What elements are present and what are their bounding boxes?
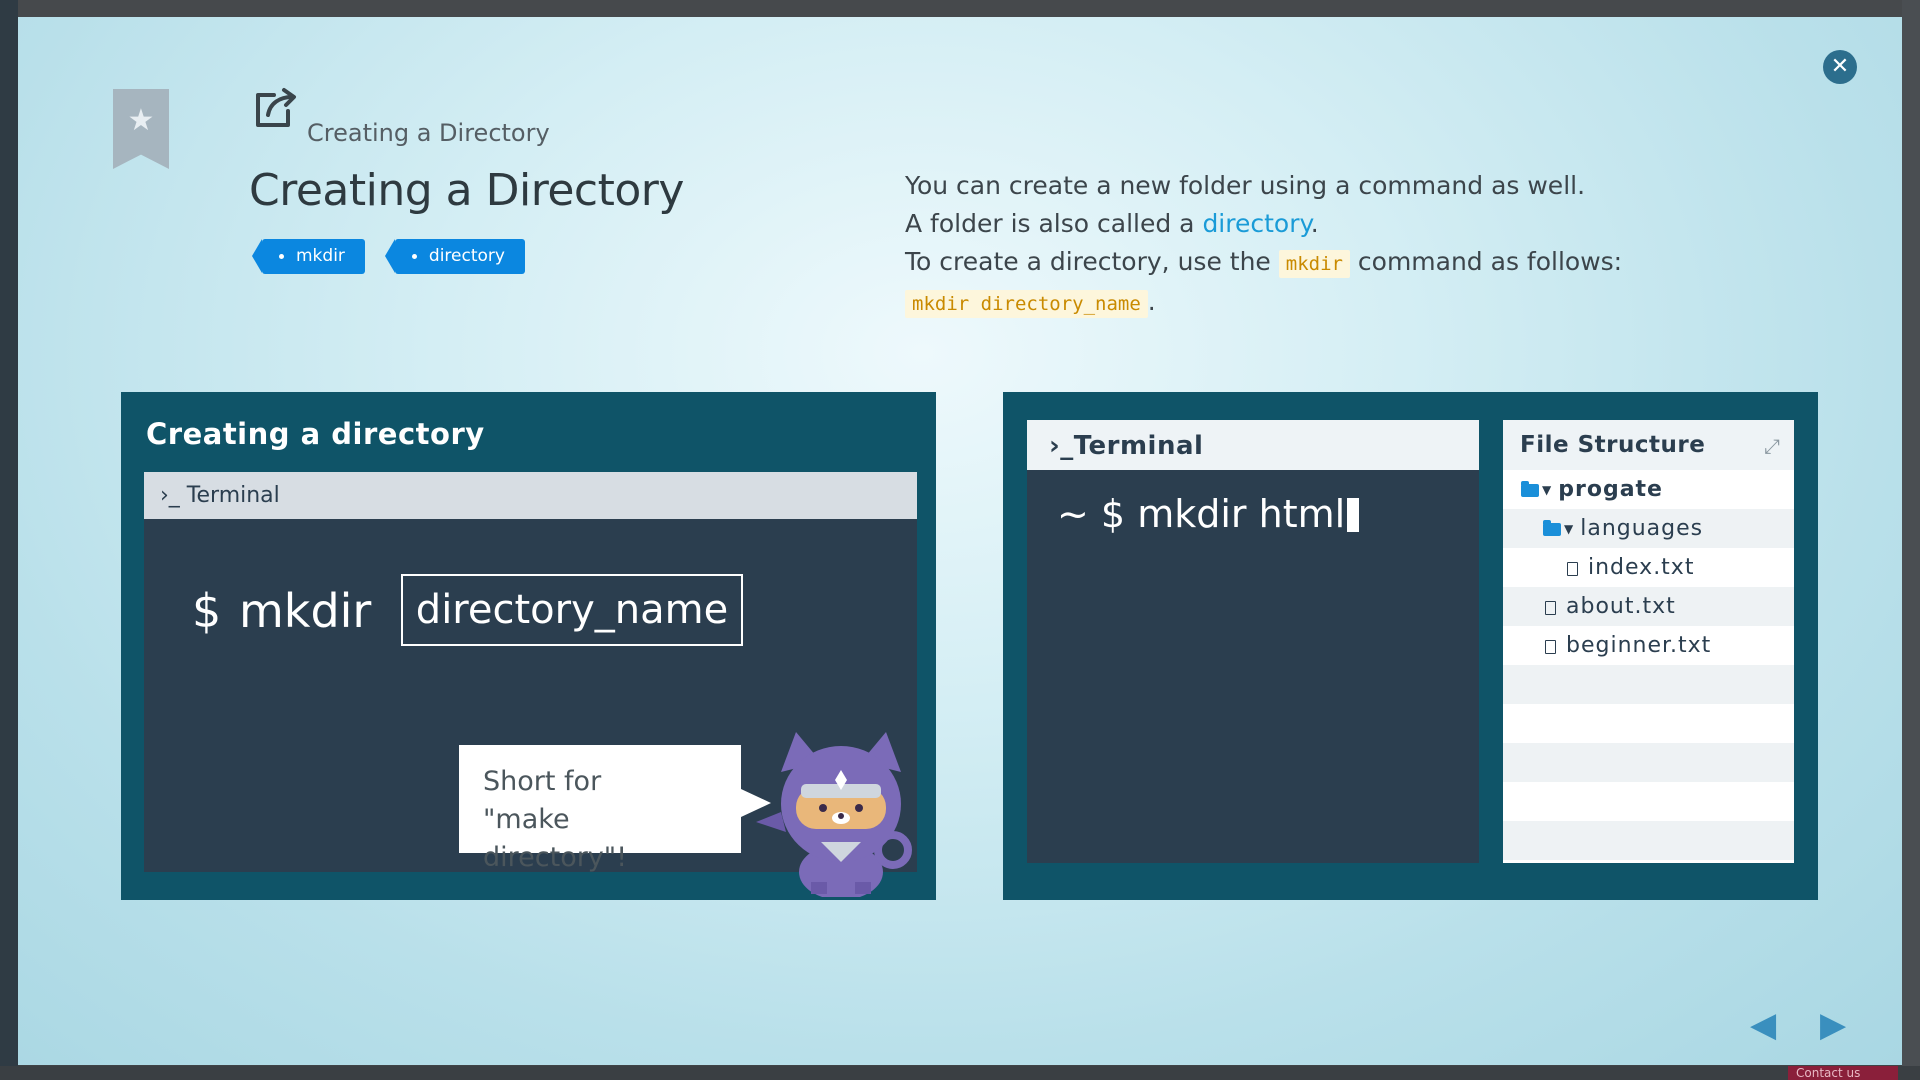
background-bottom-bar: [0, 1066, 1920, 1080]
file-icon: [1567, 562, 1578, 576]
expand-icon[interactable]: ⤢: [1764, 434, 1780, 458]
tree-empty-row: [1503, 704, 1794, 743]
cursor-caret: [1347, 498, 1360, 532]
folder-icon: [1543, 520, 1561, 536]
tree-empty-row: [1503, 821, 1794, 860]
prompt-symbol: ~ $: [1057, 492, 1126, 536]
description-line-1: You can create a new folder using a comm…: [905, 171, 1586, 200]
tree-item-label: progate: [1558, 477, 1663, 502]
description-text: .: [1310, 209, 1319, 238]
description-line-4: mkdir directory_name.: [905, 283, 1622, 323]
bubble-line-2: "make directory"!: [483, 804, 628, 873]
terminal-label: Terminal: [186, 483, 280, 508]
bubble-line-1: Short for: [483, 766, 602, 797]
prev-arrow-icon[interactable]: ◀: [1750, 1005, 1776, 1045]
argument-box: directory_name: [401, 574, 743, 646]
description-text: A folder is also called a: [905, 209, 1203, 238]
terminal-label: Terminal: [1073, 431, 1204, 461]
tag-mkdir[interactable]: mkdir: [252, 239, 365, 274]
tree-empty-row: [1503, 665, 1794, 704]
terminal-illustration: ›_Terminal ~ $ mkdir html: [1027, 420, 1479, 863]
background-right-edge: [1902, 0, 1920, 1080]
description-text: .: [1147, 287, 1156, 316]
terminal-header: ›_Terminal: [1027, 420, 1479, 470]
illustration-slide-right: ›_Terminal ~ $ mkdir html File Structure…: [1003, 392, 1818, 900]
speech-bubble: Short for "make directory"!: [459, 745, 771, 873]
tag-directory[interactable]: directory: [384, 239, 525, 274]
file-icon: [1545, 601, 1556, 615]
inline-code-mkdir: mkdir: [1278, 250, 1350, 278]
tree-empty-row: [1503, 782, 1794, 821]
lesson-description: You can create a new folder using a comm…: [905, 167, 1622, 323]
folder-icon: [1521, 481, 1539, 497]
description-text: To create a directory, use the: [905, 247, 1279, 276]
next-arrow-icon[interactable]: ▶: [1820, 1005, 1846, 1045]
tree-item-progate: ▼ progate: [1503, 470, 1794, 509]
background-top-bar: [0, 0, 1920, 18]
description-line-2: A folder is also called a directory.: [905, 205, 1622, 243]
terminal-command-line: ~ $ mkdir html: [1057, 492, 1360, 536]
close-icon[interactable]: ✕: [1823, 50, 1857, 84]
ninja-mascot-icon: [756, 732, 912, 897]
tag-list: mkdir directory: [252, 239, 525, 274]
tree-item-beginner: beginner.txt: [1503, 626, 1794, 665]
illustration-slide-left: Creating a directory ›_ Terminal $ mkdir…: [121, 392, 936, 900]
inline-code-usage: mkdir directory_name: [905, 290, 1148, 318]
tree-item-label: about.txt: [1566, 594, 1676, 619]
external-link-icon[interactable]: [252, 87, 300, 131]
description-line-3: To create a directory, use the mkdir com…: [905, 243, 1622, 283]
tree-item-label: index.txt: [1588, 555, 1695, 580]
tree-item-label: languages: [1580, 516, 1704, 541]
command-text: mkdir: [239, 584, 372, 638]
file-structure-header: File Structure ⤢: [1503, 420, 1794, 470]
terminal-header: ›_ Terminal: [144, 472, 917, 519]
prompt-symbol: $: [192, 584, 222, 638]
lesson-modal: ✕ ★ Creating a Directory Creating a Dire…: [18, 17, 1902, 1065]
tree-item-label: beginner.txt: [1566, 633, 1712, 658]
description-text: command as follows:: [1349, 247, 1623, 276]
directory-link[interactable]: directory: [1202, 209, 1310, 238]
command-text: mkdir html: [1137, 492, 1346, 536]
file-structure-panel: File Structure ⤢ ▼ progate ▼ languages ind…: [1503, 420, 1794, 863]
breadcrumb: Creating a Directory: [307, 119, 550, 147]
contact-us-button[interactable]: Contact us: [1788, 1066, 1898, 1080]
file-icon: [1545, 640, 1556, 654]
bookmark-star-icon: ★: [127, 103, 155, 138]
illustration-title: Creating a directory: [146, 417, 485, 451]
tree-item-about: about.txt: [1503, 587, 1794, 626]
chevron-down-icon: ▼: [1564, 522, 1575, 536]
background-left-edge: [0, 0, 18, 1080]
page-title: Creating a Directory: [249, 165, 684, 216]
tree-item-index: index.txt: [1503, 548, 1794, 587]
file-structure-title: File Structure: [1520, 432, 1706, 458]
chevron-down-icon: ▼: [1542, 483, 1553, 497]
bookmark-button[interactable]: ★: [113, 89, 169, 169]
tree-empty-row: [1503, 743, 1794, 782]
tree-item-languages: ▼ languages: [1503, 509, 1794, 548]
